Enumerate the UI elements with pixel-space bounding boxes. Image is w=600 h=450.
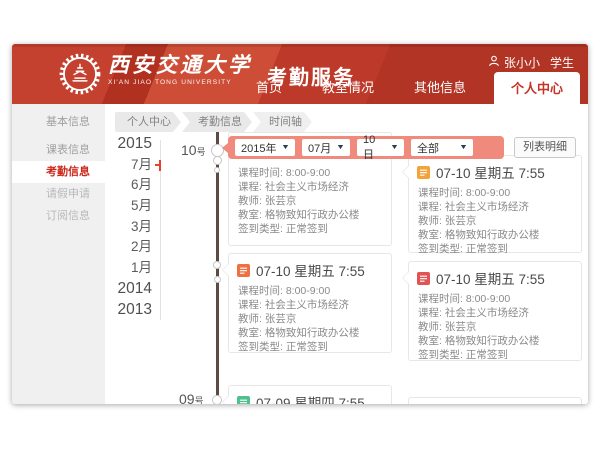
timeline-node [213,156,222,165]
month-dropdown[interactable]: 07月▼ [302,139,350,156]
sidebar-item-leave-request[interactable]: 请假申请 [12,183,105,205]
main-nav: 首页 教室情况 其他信息 个人中心 [236,72,580,104]
timeline-month-1月[interactable]: 1月 [105,258,152,279]
card-field: 课程时间: 8:00-9:00 [238,284,383,298]
card-date-title: 07-10 星期五 7:55 [436,268,545,288]
year-dropdown[interactable]: 2015年▼ [235,139,295,156]
attendance-app-window: 西安交通大学 XI'AN JIAO TONG UNIVERSITY 考勤服务 张… [12,44,588,404]
current-month-tick [159,160,161,171]
chevron-down-icon: ▼ [336,144,345,151]
day-marker-09: 09号 [179,391,204,404]
sidebar-item-subscription[interactable]: 订阅信息 [12,205,105,227]
app-header: 西安交通大学 XI'AN JIAO TONG UNIVERSITY 考勤服务 张… [12,44,588,104]
attendance-card[interactable] [408,397,582,404]
list-detail-button[interactable]: 列表明细 [514,137,576,158]
timeline-node [214,167,220,173]
xjtu-emblem-icon [58,52,102,101]
timeline-month-6月[interactable]: 6月 [105,175,152,196]
card-field: 签到类型: 正常签到 [418,242,573,256]
card-field: 教师: 张芸京 [238,194,383,208]
day-dropdown[interactable]: 10日▼ [357,139,404,156]
card-pointer [223,396,229,404]
card-field: 签到类型: 正常签到 [238,222,383,236]
timeline-month-5月[interactable]: 5月 [105,196,152,217]
calendar-icon [237,396,250,405]
card-date-title: 07-10 星期五 7:55 [436,162,545,182]
card-field: 教师: 张芸京 [238,312,383,326]
card-field: 教室: 格物致知行政办公楼 [418,334,573,348]
card-pointer [403,166,409,178]
timeline-months: 20157月6月5月3月2月1月20142013 [105,134,152,320]
card-field: 课程时间: 8:00-9:00 [238,166,383,180]
chevron-down-icon: ▼ [390,144,399,151]
timeline-month-7月[interactable]: 7月 [105,155,152,176]
attendance-card[interactable]: 07-09 星期四 7:55 [228,385,392,404]
sidebar-item-timetable[interactable]: 课表信息 [12,139,105,161]
card-field: 教师: 张芸京 [418,320,573,334]
card-field: 课程时间: 8:00-9:00 [418,186,573,200]
card-field: 课程: 社会主义市场经济 [238,298,383,312]
attendance-card[interactable]: 07-10 星期五 7:55 课程时间: 8:00-9:00课程: 社会主义市场经… [228,253,392,353]
type-dropdown[interactable]: 全部▼ [411,139,473,156]
card-date-title: 07-10 星期五 7:55 [256,260,365,280]
card-field: 课程时间: 8:00-9:00 [418,292,573,306]
sidebar-item-attendance[interactable]: 考勤信息 [12,161,105,183]
nav-home[interactable]: 首页 [236,77,302,104]
timeline-node [213,261,221,269]
calendar-icon [417,272,430,285]
main-panel: 个人中心 考勤信息 时间轴 20157月6月5月3月2月1月20142013 1… [105,104,588,404]
card-field: 课程: 社会主义市场经济 [418,200,573,214]
nav-classroom-status[interactable]: 教室情况 [302,77,394,104]
user-name: 张小小 [504,54,540,71]
nav-personal-center-active[interactable]: 个人中心 [494,72,580,104]
card-field: 教师: 张芸京 [418,214,573,228]
breadcrumb-timeline[interactable]: 时间轴 [253,112,312,132]
chevron-down-icon: ▼ [459,144,468,151]
filter-bar: 2015年▼ 07月▼ 10日▼ 全部▼ [228,136,504,159]
sidebar-item-basic-info[interactable]: 基本信息 [12,111,105,133]
timeline-year-2014[interactable]: 2014 [105,279,152,300]
card-pointer [403,272,409,284]
university-name-en: XI'AN JIAO TONG UNIVERSITY [108,80,252,87]
nav-other-info[interactable]: 其他信息 [394,77,486,104]
calendar-icon [237,264,250,277]
app-body: 基本信息 课表信息 考勤信息 请假申请 订阅信息 个人中心 考勤信息 时间轴 2… [12,104,588,404]
card-field: 课程: 社会主义市场经济 [238,180,383,194]
calendar-icon [417,166,430,179]
day-marker-10: 10号 [181,142,206,158]
user-role: 学生 [550,54,574,71]
card-pointer [223,264,229,276]
attendance-card[interactable]: 07-10 星期五 7:55 课程时间: 8:00-9:00课程: 社会主义市场经… [408,155,582,253]
attendance-card[interactable]: 07-10 星期五 7:55 课程时间: 8:00-9:00课程: 社会主义市场经… [408,261,582,361]
user-info[interactable]: 张小小 学生 [488,54,574,71]
page: 西安交通大学 XI'AN JIAO TONG UNIVERSITY 考勤服务 张… [0,0,600,450]
sidebar: 基本信息 课表信息 考勤信息 请假申请 订阅信息 [12,104,105,404]
card-field: 教室: 格物致知行政办公楼 [418,228,573,242]
timeline-node [214,276,221,283]
card-field: 签到类型: 正常签到 [418,348,573,362]
timeline-year-2015[interactable]: 2015 [105,134,152,155]
timeline-month-3月[interactable]: 3月 [105,217,152,238]
breadcrumb: 个人中心 考勤信息 时间轴 [115,112,313,132]
timeline-year-2013[interactable]: 2013 [105,300,152,321]
card-field: 教室: 格物致知行政办公楼 [238,326,383,340]
breadcrumb-personal-center[interactable]: 个人中心 [115,112,181,132]
card-field: 教室: 格物致知行政办公楼 [238,208,383,222]
card-field: 签到类型: 正常签到 [238,340,383,354]
timeline-node [212,395,222,404]
card-field: 课程: 社会主义市场经济 [418,306,573,320]
university-name-cn: 西安交通大学 [108,54,252,75]
timeline-month-2月[interactable]: 2月 [105,237,152,258]
chevron-down-icon: ▼ [281,144,290,151]
person-icon [488,55,500,70]
card-date-title: 07-09 星期四 7:55 [256,392,365,404]
breadcrumb-attendance-info[interactable]: 考勤信息 [182,112,252,132]
university-brand: 西安交通大学 XI'AN JIAO TONG UNIVERSITY [108,54,252,87]
